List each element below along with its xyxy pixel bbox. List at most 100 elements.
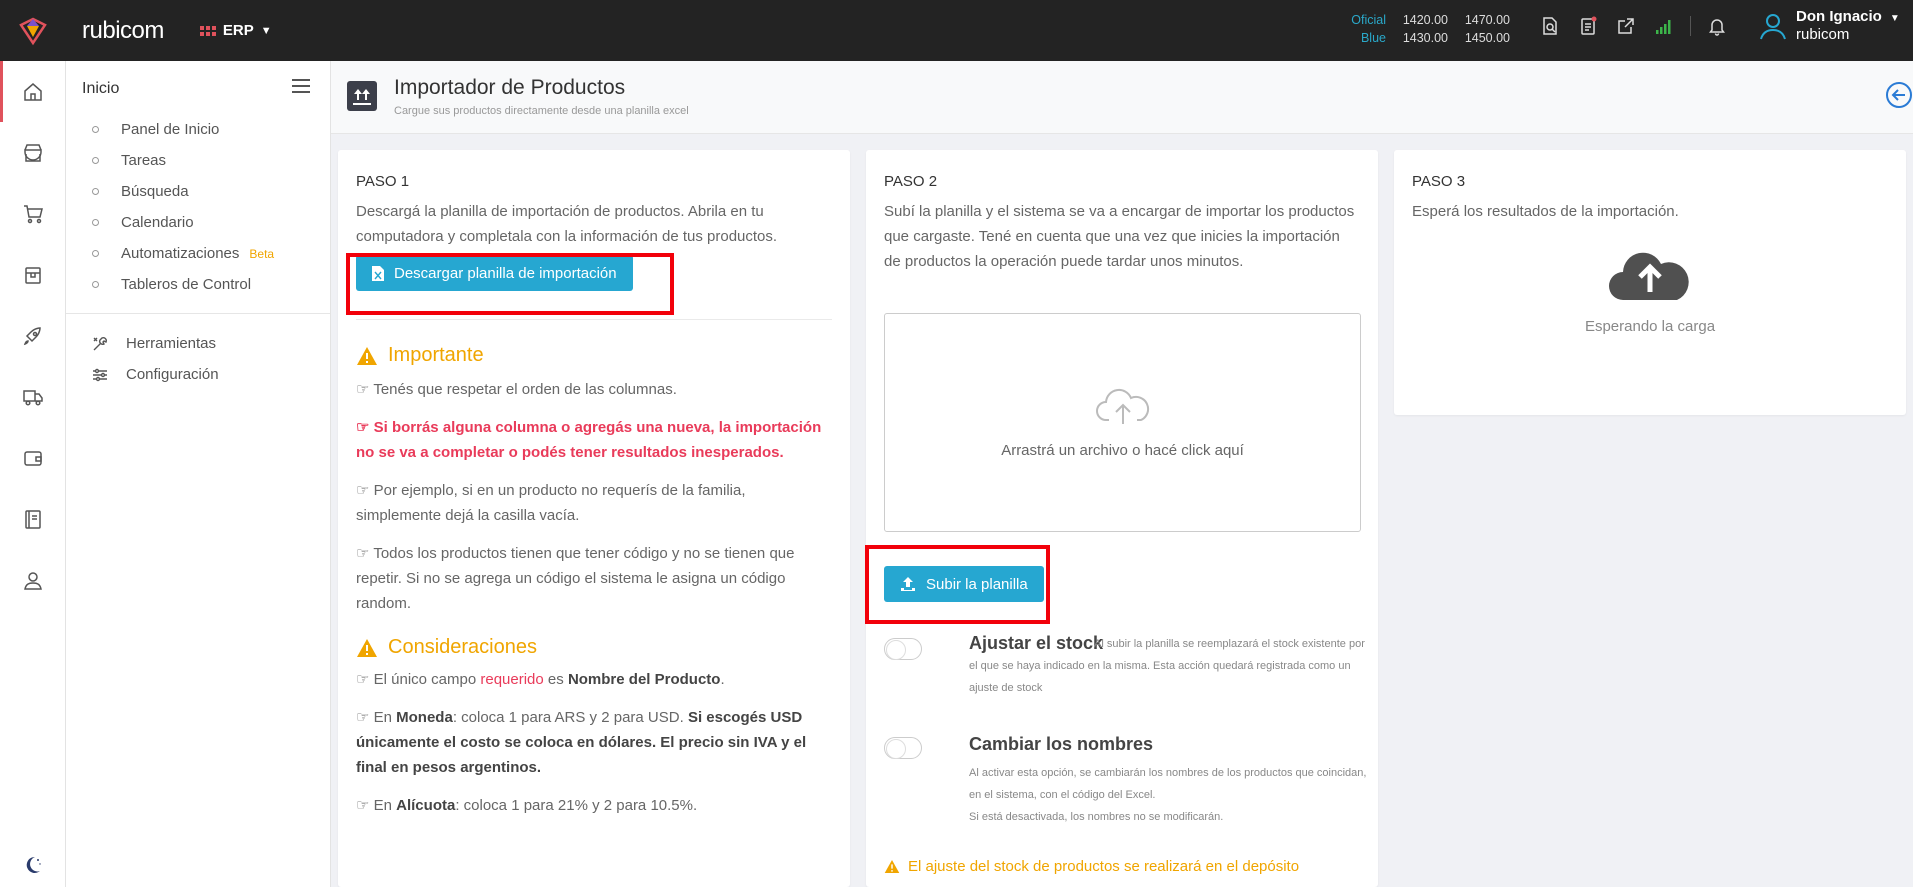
warning-icon: [884, 859, 900, 874]
sidebar-item-label: Tareas: [121, 152, 167, 169]
truck-icon[interactable]: [0, 366, 66, 427]
required-text: requerido: [480, 671, 544, 688]
step-label: PASO 3: [1412, 173, 1466, 190]
step-2-card: PASO 2 Subí la planilla y el sistema se …: [866, 150, 1378, 887]
item-text: Tenés que respetar el orden de las colum…: [373, 381, 677, 398]
rate-value: 1470.00: [1464, 13, 1510, 27]
brand-name: rubicom: [82, 16, 164, 44]
side-menu: Inicio Panel de Inicio Tareas Búsqueda C…: [66, 61, 331, 887]
back-arrow-icon[interactable]: [1885, 81, 1913, 114]
sidebar-item-panel-de-inicio[interactable]: Panel de Inicio: [92, 114, 330, 145]
text: En: [373, 709, 397, 726]
page-title: Importador de Productos: [394, 76, 626, 99]
user-icon[interactable]: [0, 549, 66, 610]
section-divider: [356, 319, 832, 320]
sidebar-item-label: Búsqueda: [121, 183, 189, 200]
apps-grid-icon: [199, 25, 216, 36]
text: : coloca 1 para ARS y 2 para USD.: [452, 709, 688, 726]
step-description: Descargá la planilla de importación de p…: [356, 203, 778, 245]
toolbar-icons: [1538, 14, 1729, 38]
sidebar-item-automatizaciones[interactable]: Automatizaciones Beta: [92, 238, 330, 269]
app-logo[interactable]: [0, 0, 66, 61]
tools-icon: [93, 336, 107, 350]
adjust-stock-toggle[interactable]: [884, 638, 922, 660]
dropzone-label: Arrastrá un archivo o hacé click aquí: [1001, 442, 1244, 459]
consideration-item: ☞ En Moneda: coloca 1 para ARS y 2 para …: [356, 709, 807, 776]
sidebar-item-calendario[interactable]: Calendario: [92, 207, 330, 238]
sidebar-item-label: Panel de Inicio: [121, 121, 220, 138]
heading-text: Importante: [388, 344, 484, 366]
option-description: Al subir la planilla se reemplazará el s…: [969, 638, 1365, 694]
module-label: ERP: [222, 22, 254, 39]
considerations-heading: Consideraciones: [356, 636, 832, 659]
highlight-box: [865, 545, 1050, 624]
rate-value: 1420.00: [1402, 13, 1448, 27]
sidebar-item-label: Herramientas: [126, 335, 217, 352]
step-description: Esperá los resultados de la importación.: [1412, 203, 1679, 220]
store-icon[interactable]: [0, 122, 66, 183]
sidebar-item-busqueda[interactable]: Búsqueda: [92, 176, 330, 207]
heading-text: Consideraciones: [388, 636, 537, 658]
user-avatar-icon: [1760, 14, 1786, 40]
beta-badge: Beta: [249, 246, 275, 261]
user-menu[interactable]: Don Ignacio rubicom ▼: [1758, 8, 1900, 44]
module-selector[interactable]: ERP ▼: [199, 22, 272, 39]
caret-down-icon: ▼: [1889, 12, 1900, 24]
sidebar-item-herramientas[interactable]: Herramientas: [66, 328, 330, 359]
moon-icon[interactable]: [21, 854, 43, 881]
bullet-icon: [92, 219, 99, 226]
bullet-icon: [92, 188, 99, 195]
important-item: ☞ Tenés que respetar el orden de las col…: [356, 381, 677, 398]
sidebar-item-tareas[interactable]: Tareas: [92, 145, 330, 176]
bullet-icon: [92, 126, 99, 133]
hamburger-icon[interactable]: [292, 79, 310, 98]
sidebar-item-label: Automatizaciones: [121, 245, 240, 262]
text: El único campo: [373, 671, 481, 688]
page-header: Importador de Productos Cargue sus produ…: [331, 61, 1913, 134]
rocket-icon[interactable]: [0, 305, 66, 366]
option-title: Cambiar los nombres: [969, 734, 1154, 754]
rate-value: 1430.00: [1402, 31, 1448, 45]
exchange-rates: Oficial 1420.00 1470.00 Blue 1430.00 1450.00: [1340, 11, 1510, 47]
file-dropzone[interactable]: Arrastrá un archivo o hacé click aquí: [884, 313, 1361, 532]
search-document-icon[interactable]: [1538, 14, 1562, 38]
user-name: Don Ignacio: [1796, 8, 1882, 25]
item-text: Si borrás alguna columna o agregás una n…: [356, 419, 822, 461]
box-icon[interactable]: [0, 244, 66, 305]
bullet-icon: [92, 157, 99, 164]
warning-text: El ajuste del stock de productos se real…: [908, 858, 1300, 875]
caret-down-icon: ▼: [260, 24, 272, 37]
highlight-box: [346, 253, 674, 315]
sidebar-item-label: Configuración: [126, 366, 219, 383]
important-item: ☞ Todos los productos tienen que tener c…: [356, 545, 795, 612]
consideration-item: ☞ En Alícuota: coloca 1 para 21% y 2 par…: [356, 797, 698, 814]
book-icon[interactable]: [0, 488, 66, 549]
important-item: ☞ Por ejemplo, si en un producto no requ…: [356, 482, 746, 524]
bell-icon[interactable]: [1705, 14, 1729, 38]
side-menu-title: Inicio: [82, 79, 120, 97]
cloud-upload-icon: [1095, 388, 1149, 424]
home-icon[interactable]: [0, 61, 66, 122]
clipboard-icon[interactable]: [1576, 14, 1600, 38]
text: : coloca 1 para 21% y 2 para 10.5%.: [455, 797, 698, 814]
cart-icon[interactable]: [0, 183, 66, 244]
sidebar-item-label: Tableros de Control: [121, 276, 252, 293]
wallet-icon[interactable]: [0, 427, 66, 488]
signal-icon[interactable]: [1652, 14, 1676, 38]
page-subtitle: Cargue sus productos directamente desde …: [394, 105, 689, 117]
text: .: [720, 671, 725, 688]
company-name: rubicom: [1796, 26, 1850, 43]
sidebar-item-configuracion[interactable]: Configuración: [66, 359, 330, 390]
bold-text: Alícuota: [396, 797, 456, 814]
rate-value: 1450.00: [1464, 31, 1510, 45]
change-names-toggle[interactable]: [884, 737, 922, 759]
sliders-icon: [93, 368, 107, 381]
rate-label: Blue: [1360, 31, 1386, 45]
text: es: [543, 671, 568, 688]
important-heading: Importante: [356, 344, 832, 367]
external-link-icon[interactable]: [1614, 14, 1638, 38]
item-text: Todos los productos tienen que tener cód…: [356, 545, 795, 612]
option-description: Al activar esta opción, se cambiarán los…: [969, 762, 1369, 828]
step-label: PASO 2: [884, 173, 938, 190]
sidebar-item-tableros[interactable]: Tableros de Control: [92, 269, 330, 300]
